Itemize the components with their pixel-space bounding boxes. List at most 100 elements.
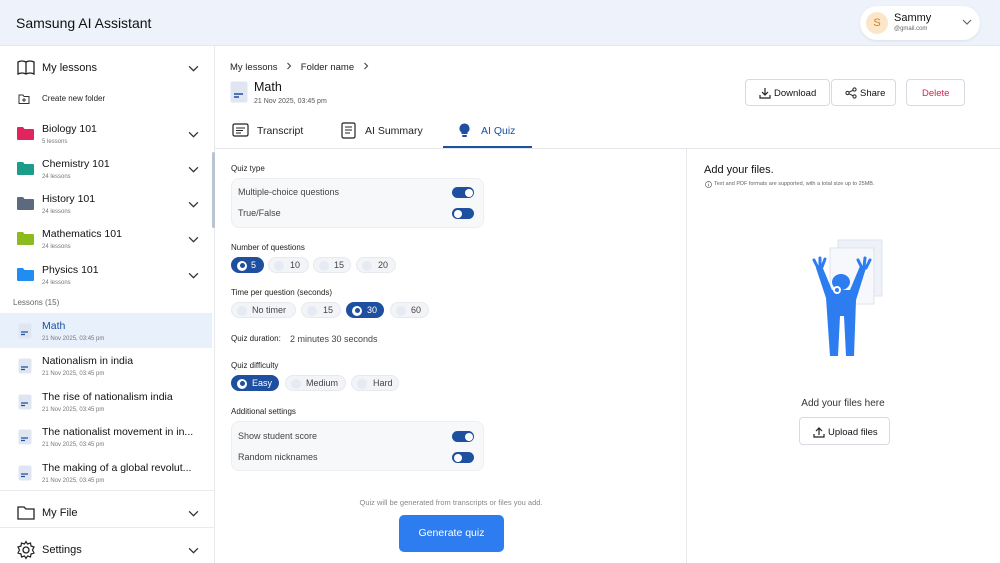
upload-icon (813, 427, 825, 438)
lesson-title: The rise of nationalism india (42, 391, 173, 403)
sidebar-folder-history[interactable]: History 101 24 lessons (0, 186, 215, 221)
folder-icon (17, 232, 34, 245)
lessons-header: Lessons (15) (13, 298, 60, 307)
user-menu[interactable]: S Sammy @gmail.com (860, 6, 980, 40)
chevron-down-icon[interactable] (188, 199, 199, 210)
time-option-60[interactable]: 60 (390, 302, 429, 318)
lesson-title: Nationalism in india (42, 355, 134, 367)
sidebar-my-lessons-label: My lessons (42, 62, 98, 74)
delete-button[interactable]: Delete (906, 79, 965, 106)
lesson-item[interactable]: The rise of nationalism india 21 Nov 202… (0, 384, 212, 419)
lesson-item[interactable]: The nationalist movement in in... 21 Nov… (0, 419, 212, 454)
time-option-no-timer[interactable]: No timer (231, 302, 296, 318)
toggle-mcq[interactable] (452, 187, 474, 198)
sidebar-folder-chemistry[interactable]: Chemistry 101 24 lessons (0, 151, 215, 186)
create-folder-label: Create new folder (42, 94, 106, 103)
folder-icon (17, 162, 34, 175)
num-option-20[interactable]: 20 (356, 257, 396, 273)
lesson-date: 21 Nov 2025, 03:45 pm (42, 407, 105, 413)
upload-illustration (812, 239, 883, 356)
folder-count: 24 lessons (42, 174, 71, 180)
sidebar-folder-mathematics[interactable]: Mathematics 101 24 lessons (0, 221, 215, 256)
chevron-down-icon[interactable] (188, 508, 199, 519)
sidebar-settings[interactable]: Settings (0, 528, 215, 563)
chevron-down-icon[interactable] (188, 129, 199, 140)
toggle-true-false[interactable] (452, 208, 474, 219)
tab-bar: Transcript AI Summary AI Quiz (215, 115, 1000, 149)
app-title: Samsung AI Assistant (16, 15, 152, 31)
toggle-random-nicknames[interactable] (452, 452, 474, 463)
folder-name: History 101 (42, 193, 96, 205)
sidebar-folder-physics[interactable]: Physics 101 24 lessons (0, 257, 215, 292)
breadcrumb-folder[interactable]: Folder name (301, 62, 354, 73)
folder-name: Mathematics 101 (42, 228, 122, 240)
chevron-down-icon[interactable] (188, 234, 199, 245)
chevron-down-icon[interactable] (188, 63, 199, 74)
folder-count: 24 lessons (42, 280, 71, 286)
info-icon (705, 181, 712, 188)
generate-quiz-button[interactable]: Generate quiz (399, 515, 504, 552)
difficulty-label: Quiz difficulty (231, 361, 279, 370)
chevron-down-icon[interactable] (188, 270, 199, 281)
tab-ai-quiz[interactable]: AI Quiz (443, 115, 532, 149)
download-icon (759, 88, 771, 99)
lesson-item-active[interactable]: Math 21 Nov 2025, 03:45 pm (0, 313, 212, 348)
folder-name: Biology 101 (42, 123, 97, 135)
chevron-down-icon[interactable] (188, 164, 199, 175)
share-button[interactable]: Share (831, 79, 896, 106)
num-questions-label: Number of questions (231, 243, 305, 252)
add-files-text: Add your files here (801, 398, 885, 409)
tab-ai-quiz-label: AI Quiz (481, 125, 516, 137)
lesson-date: 21 Nov 2025, 03:45 pm (42, 371, 105, 377)
toggle-show-score[interactable] (452, 431, 474, 442)
generate-hint: Quiz will be generated from transcripts … (359, 498, 543, 507)
additional-settings-card: Show student score Random nicknames (231, 421, 484, 471)
tab-ai-summary[interactable]: AI Summary (339, 115, 439, 149)
time-option-30[interactable]: 30 (346, 302, 384, 318)
chevron-down-icon[interactable] (188, 545, 199, 556)
difficulty-hard[interactable]: Hard (351, 375, 399, 391)
difficulty-easy[interactable]: Easy (231, 375, 279, 391)
quiz-type-tf-label: True/False (238, 208, 281, 218)
breadcrumb-my-lessons[interactable]: My lessons (230, 62, 278, 73)
gear-icon (17, 540, 35, 560)
avatar: S (866, 12, 888, 34)
num-option-10[interactable]: 10 (268, 257, 309, 273)
document-icon (18, 429, 32, 445)
upload-hint: Text and PDF formats are supported, with… (714, 181, 875, 187)
tab-ai-summary-label: AI Summary (365, 125, 423, 137)
lesson-title: Math (42, 320, 66, 332)
folder-count: 24 lessons (42, 209, 71, 215)
tab-transcript-label: Transcript (257, 125, 304, 137)
num-option-5[interactable]: 5 (231, 257, 264, 273)
download-button[interactable]: Download (745, 79, 830, 106)
quiz-duration-value: 2 minutes 30 seconds (290, 334, 378, 344)
lightbulb-icon (459, 123, 470, 137)
sidebar-folder-biology[interactable]: Biology 101 5 lessons (0, 116, 215, 151)
lesson-item[interactable]: Nationalism in india 21 Nov 2025, 03:45 … (0, 348, 212, 383)
difficulty-medium[interactable]: Medium (285, 375, 346, 391)
sidebar-my-file-label: My File (42, 507, 78, 519)
additional-settings-label: Additional settings (231, 407, 296, 416)
document-icon (18, 358, 32, 374)
tab-transcript[interactable]: Transcript (230, 115, 330, 149)
time-per-question-label: Time per question (seconds) (231, 288, 333, 297)
folder-outline-icon (17, 506, 35, 520)
folder-icon (17, 268, 34, 281)
chevron-right-icon (287, 62, 292, 70)
upload-files-button[interactable]: Upload files (799, 417, 890, 445)
sidebar-scrollbar[interactable] (212, 152, 215, 228)
lesson-date: 21 Nov 2025, 03:45 pm (42, 336, 105, 342)
lesson-item[interactable]: The making of a global revolut... 21 Nov… (0, 455, 212, 490)
show-score-label: Show student score (238, 431, 318, 441)
lesson-title: The nationalist movement in in... (42, 426, 194, 438)
time-option-15[interactable]: 15 (301, 302, 341, 318)
create-folder-button[interactable]: Create new folder (0, 88, 215, 110)
sidebar-settings-label: Settings (42, 544, 82, 556)
folder-plus-icon (18, 94, 30, 104)
chevron-down-icon (962, 19, 972, 25)
folder-icon (17, 197, 34, 210)
num-option-15[interactable]: 15 (313, 257, 351, 273)
sidebar-my-lessons[interactable]: My lessons (0, 46, 215, 90)
quiz-type-card: Multiple-choice questions True/False (231, 178, 484, 228)
